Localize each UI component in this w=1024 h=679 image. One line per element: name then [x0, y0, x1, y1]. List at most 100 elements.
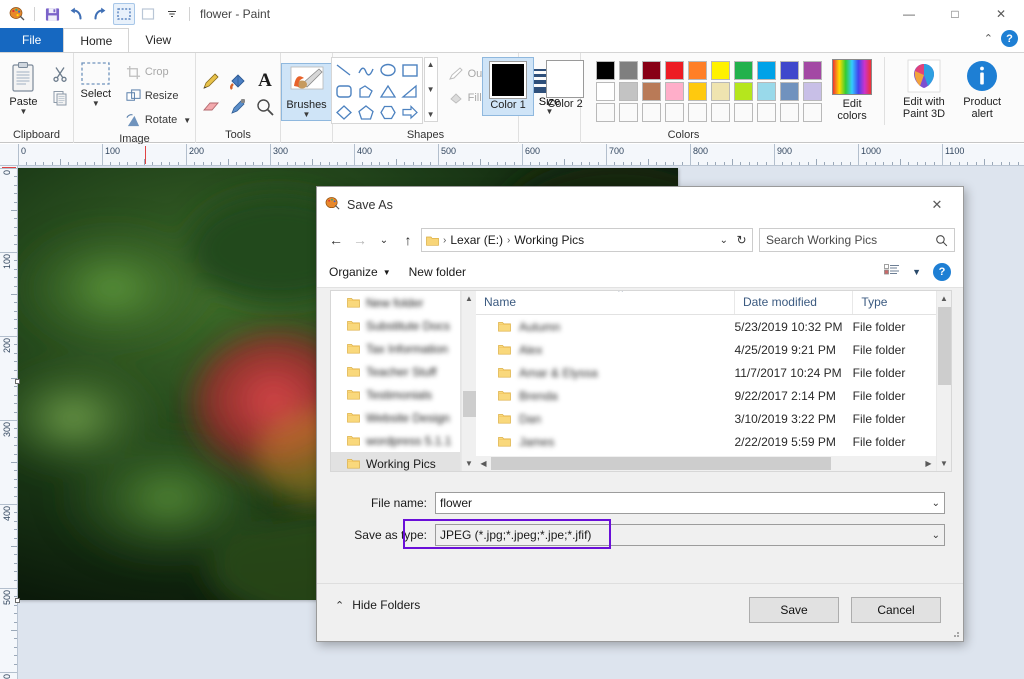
crop-button[interactable]: Crop — [122, 61, 195, 83]
shape-rectangle-icon[interactable] — [399, 59, 421, 80]
tree-scrollbar[interactable]: ▲ ▼ — [461, 291, 476, 471]
hscroll-thumb[interactable] — [491, 457, 831, 470]
tree-scroll-thumb[interactable] — [463, 391, 476, 417]
swatch-orange[interactable] — [688, 61, 707, 80]
swatch-red[interactable] — [665, 61, 684, 80]
dialog-close-button[interactable]: ✕ — [919, 190, 955, 220]
table-row[interactable]: Brenda9/22/2017 2:14 PMFile folder — [476, 384, 936, 407]
swatch-brown[interactable] — [642, 82, 661, 101]
column-header-type[interactable]: Type — [852, 291, 936, 314]
tab-home[interactable]: Home — [63, 28, 129, 52]
color-picker-icon[interactable] — [225, 94, 252, 120]
hscroll-left-icon[interactable]: ◀ — [476, 459, 491, 468]
swatch-black[interactable] — [596, 61, 615, 80]
rotate-caret-icon[interactable]: ▼ — [183, 117, 191, 124]
customize-qat-icon[interactable] — [161, 3, 183, 25]
save-icon[interactable] — [41, 3, 63, 25]
list-scroll-up-icon[interactable]: ▲ — [937, 291, 951, 306]
hscroll-right-icon[interactable]: ▶ — [921, 459, 936, 468]
file-list-rows[interactable]: Autumn5/23/2019 10:32 PMFile folderAlex4… — [476, 315, 936, 471]
magnifier-icon[interactable] — [252, 94, 279, 120]
swatch-indigo[interactable] — [780, 61, 799, 80]
shapes-gallery[interactable] — [331, 57, 423, 124]
ribbon-help-icon[interactable]: ? — [1001, 30, 1018, 47]
column-header-date-modified[interactable]: Date modified — [734, 291, 852, 314]
breadcrumb-item-folder[interactable]: Working Pics — [514, 233, 584, 247]
shape-triangle-icon[interactable] — [377, 80, 399, 101]
navigation-tree[interactable]: New folderSubstitute DocsTax Information… — [331, 291, 461, 471]
search-box[interactable]: Search Working Pics — [759, 228, 955, 252]
paste-button[interactable]: Paste ▼ — [2, 59, 46, 117]
resize-grip-icon[interactable] — [950, 628, 960, 638]
table-row[interactable]: Dan3/10/2019 3:22 PMFile folder — [476, 407, 936, 430]
list-scroll-thumb[interactable] — [938, 307, 951, 385]
shape-line-icon[interactable] — [333, 59, 355, 80]
view-options-caret-icon[interactable]: ▼ — [912, 267, 921, 277]
eraser-icon[interactable] — [198, 94, 225, 120]
swatch-custom-4[interactable] — [665, 103, 684, 122]
horizontal-ruler[interactable]: 0100200300400500600700800900100011001200 — [0, 144, 1024, 166]
select-caret-icon[interactable]: ▼ — [92, 100, 100, 107]
shapes-scroll-up-icon[interactable]: ▲ — [427, 60, 435, 69]
up-button[interactable]: ↑ — [397, 228, 419, 252]
swatch-light-turquoise[interactable] — [757, 82, 776, 101]
tab-file[interactable]: File — [0, 28, 63, 52]
shape-pentagon-icon[interactable] — [355, 101, 377, 122]
shape-rounded-rectangle-icon[interactable] — [333, 80, 355, 101]
tree-item[interactable]: wordpress 5.1.1 — [331, 429, 460, 452]
swatch-blue-gray[interactable] — [780, 82, 799, 101]
breadcrumb-item-drive[interactable]: Lexar (E:) — [450, 233, 503, 247]
paste-caret-icon[interactable]: ▼ — [20, 108, 28, 115]
tree-item[interactable]: Tax Information — [331, 337, 460, 360]
table-row[interactable]: James2/22/2019 5:59 PMFile folder — [476, 430, 936, 453]
product-alert-button[interactable]: Product alert — [959, 57, 1005, 122]
back-button[interactable]: ← — [325, 228, 347, 252]
tree-scroll-down-icon[interactable]: ▼ — [462, 456, 476, 471]
swatch-light-yellow[interactable] — [711, 82, 730, 101]
tree-item[interactable]: Substitute Docs — [331, 314, 460, 337]
rotate-button[interactable]: Rotate ▼ — [122, 109, 195, 131]
swatch-custom-5[interactable] — [688, 103, 707, 122]
redo-icon[interactable] — [89, 3, 111, 25]
file-list-header[interactable]: Name Date modified Type ⌃ — [476, 291, 936, 315]
shape-oval-icon[interactable] — [377, 59, 399, 80]
swatch-custom-9[interactable] — [780, 103, 799, 122]
tree-scroll-up-icon[interactable]: ▲ — [462, 291, 476, 306]
table-row[interactable]: Autumn5/23/2019 10:32 PMFile folder — [476, 315, 936, 338]
swatch-custom-3[interactable] — [642, 103, 661, 122]
swatch-custom-10[interactable] — [803, 103, 822, 122]
dialog-browser[interactable]: New folderSubstitute DocsTax Information… — [330, 290, 952, 472]
shape-right-arrow-icon[interactable] — [399, 101, 421, 122]
breadcrumb-dropdown-icon[interactable]: ⌄ — [720, 235, 728, 246]
collapse-ribbon-icon[interactable]: ⌃ — [984, 32, 993, 45]
cancel-button[interactable]: Cancel — [851, 597, 941, 623]
swatch-rose[interactable] — [665, 82, 684, 101]
swatch-custom-2[interactable] — [619, 103, 638, 122]
swatch-custom-1[interactable] — [596, 103, 615, 122]
hide-folders-button[interactable]: ⌃ Hide Folders — [335, 598, 420, 612]
forward-button[interactable]: → — [349, 228, 371, 252]
select-button[interactable]: Select ▼ — [74, 59, 118, 109]
organize-button[interactable]: Organize ▼ — [329, 265, 391, 279]
shape-curve-icon[interactable] — [355, 59, 377, 80]
resize-handle-bottom-left[interactable] — [15, 598, 20, 603]
palette-row-3[interactable] — [596, 103, 824, 122]
minimize-button[interactable]: — — [886, 0, 932, 28]
list-view-icon[interactable] — [884, 264, 900, 281]
shape-hexagon-icon[interactable] — [377, 101, 399, 122]
file-name-input[interactable]: flower ⌄ — [435, 492, 945, 514]
undo-icon[interactable] — [65, 3, 87, 25]
swatch-gray-25[interactable] — [619, 82, 638, 101]
cut-button[interactable] — [48, 63, 72, 85]
shape-diamond-icon[interactable] — [333, 101, 355, 122]
shapes-expand-icon[interactable]: ▼ — [427, 110, 435, 119]
new-folder-button[interactable]: New folder — [409, 265, 466, 279]
column-header-name[interactable]: Name — [476, 291, 734, 314]
palette-row-2[interactable] — [596, 82, 824, 101]
tab-view[interactable]: View — [129, 28, 187, 52]
tree-item[interactable]: Testimonials — [331, 383, 460, 406]
shapes-gallery-scrollbar[interactable]: ▲ ▼ ▼ — [424, 57, 438, 122]
swatch-green[interactable] — [734, 61, 753, 80]
pencil-icon[interactable] — [198, 68, 225, 94]
swatch-custom-8[interactable] — [757, 103, 776, 122]
